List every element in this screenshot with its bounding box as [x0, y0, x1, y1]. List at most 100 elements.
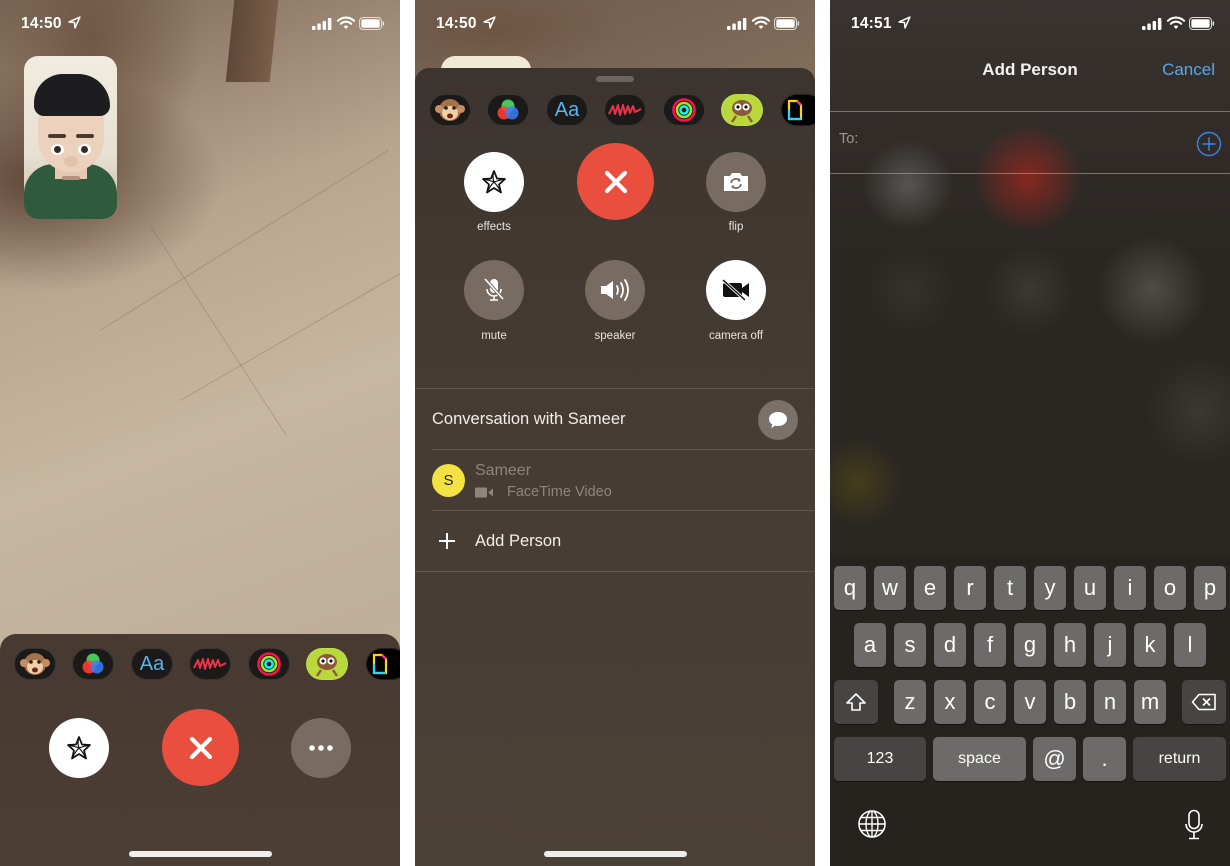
- scribble-icon: [193, 658, 227, 670]
- scribble-icon: [608, 104, 642, 116]
- key-d[interactable]: d: [934, 623, 966, 667]
- camera-flip-icon: [724, 173, 748, 191]
- at-key[interactable]: @: [1033, 737, 1076, 781]
- wifi-icon: [752, 16, 770, 29]
- sheet-grabber[interactable]: [596, 76, 634, 82]
- shift-key[interactable]: [834, 680, 878, 724]
- open-messages-button[interactable]: [758, 400, 798, 440]
- key-t[interactable]: t: [994, 566, 1026, 610]
- participant-avatar: S: [432, 464, 465, 497]
- mute-label: mute: [481, 330, 507, 342]
- effects-button[interactable]: [464, 152, 524, 212]
- space-key[interactable]: space: [933, 737, 1026, 781]
- speaker-button[interactable]: [585, 260, 645, 320]
- end-call-button[interactable]: [577, 143, 654, 220]
- key-c[interactable]: c: [974, 680, 1006, 724]
- color-circles-icon: [82, 653, 104, 674]
- key-q[interactable]: q: [834, 566, 866, 610]
- key-f[interactable]: f: [974, 623, 1006, 667]
- camera-off-label: camera off: [708, 330, 764, 342]
- location-arrow-icon: [898, 16, 911, 29]
- return-key[interactable]: return: [1133, 737, 1226, 781]
- cellular-signal-icon: [1142, 18, 1162, 30]
- key-z[interactable]: z: [894, 680, 926, 724]
- divider: [432, 449, 815, 450]
- text-aa-icon: Aa: [139, 652, 165, 675]
- app-text[interactable]: Aa: [546, 94, 588, 126]
- cartoon-monkey-icon: [731, 100, 753, 123]
- app-monkey-stickers[interactable]: [306, 648, 348, 680]
- self-view-memoji[interactable]: [24, 56, 117, 219]
- key-y[interactable]: y: [1034, 566, 1066, 610]
- key-b[interactable]: b: [1054, 680, 1086, 724]
- status-time: 14:50: [21, 15, 62, 32]
- home-indicator[interactable]: [129, 851, 272, 857]
- call-controls-sheet: Aa effects flip mute speaker camera off …: [415, 68, 815, 866]
- status-bar: 14:50: [415, 0, 815, 50]
- key-w[interactable]: w: [874, 566, 906, 610]
- key-p[interactable]: p: [1194, 566, 1226, 610]
- key-m[interactable]: m: [1134, 680, 1166, 724]
- key-a[interactable]: a: [854, 623, 886, 667]
- facetime-expanded-controls-screen: 14:50 Aa effects flip mute speaker camer…: [415, 0, 815, 866]
- flip-camera-button[interactable]: [706, 152, 766, 212]
- app-activity[interactable]: [663, 94, 705, 126]
- add-person-button[interactable]: Add Person: [437, 531, 561, 551]
- app-filters[interactable]: [72, 648, 114, 680]
- key-u[interactable]: u: [1074, 566, 1106, 610]
- app-shapes[interactable]: [604, 94, 646, 126]
- key-o[interactable]: o: [1154, 566, 1186, 610]
- home-indicator[interactable]: [544, 851, 687, 857]
- dot-key[interactable]: .: [1083, 737, 1126, 781]
- recipient-input[interactable]: [870, 124, 1180, 154]
- app-text[interactable]: Aa: [131, 648, 173, 680]
- divider: [415, 571, 815, 572]
- app-shapes[interactable]: [189, 648, 231, 680]
- divider: [830, 173, 1230, 174]
- more-options-button[interactable]: [291, 718, 351, 778]
- text-aa-icon: Aa: [554, 98, 580, 121]
- add-contact-icon[interactable]: [1196, 131, 1222, 157]
- key-v[interactable]: v: [1014, 680, 1046, 724]
- monkey-face-icon: [20, 653, 50, 675]
- key-r[interactable]: r: [954, 566, 986, 610]
- speaker-wave-icon: [601, 279, 629, 301]
- cancel-button[interactable]: Cancel: [1162, 60, 1215, 80]
- activity-rings-icon: [257, 652, 281, 676]
- status-bar: 14:50: [0, 0, 400, 50]
- app-activity[interactable]: [248, 648, 290, 680]
- monkey-face-icon: [435, 99, 465, 121]
- app-monkey-stickers[interactable]: [721, 94, 763, 126]
- key-x[interactable]: x: [934, 680, 966, 724]
- numbers-key[interactable]: 123: [834, 737, 926, 781]
- key-k[interactable]: k: [1134, 623, 1166, 667]
- key-j[interactable]: j: [1094, 623, 1126, 667]
- app-animoji[interactable]: [429, 94, 471, 126]
- key-h[interactable]: h: [1054, 623, 1086, 667]
- globe-icon[interactable]: [857, 809, 887, 839]
- divider: [415, 388, 815, 389]
- key-l[interactable]: l: [1174, 623, 1206, 667]
- key-g[interactable]: g: [1014, 623, 1046, 667]
- app-clips[interactable]: [366, 648, 400, 680]
- microphone-icon[interactable]: [1184, 809, 1204, 841]
- key-e[interactable]: e: [914, 566, 946, 610]
- delete-key[interactable]: [1182, 680, 1226, 724]
- key-i[interactable]: i: [1114, 566, 1146, 610]
- message-bubble-icon: [769, 412, 787, 428]
- key-n[interactable]: n: [1094, 680, 1126, 724]
- status-time: 14:51: [851, 15, 892, 32]
- camera-off-button[interactable]: [706, 260, 766, 320]
- mute-button[interactable]: [464, 260, 524, 320]
- call-controls-tray[interactable]: Aa: [0, 634, 400, 866]
- effects-button[interactable]: [49, 718, 109, 778]
- activity-rings-icon: [672, 98, 696, 122]
- status-time: 14:50: [436, 15, 477, 32]
- end-call-button[interactable]: [162, 709, 239, 786]
- app-clips[interactable]: [781, 94, 815, 126]
- key-s[interactable]: s: [894, 623, 926, 667]
- effects-label: effects: [477, 221, 511, 233]
- status-bar: 14:51: [830, 0, 1230, 50]
- app-filters[interactable]: [487, 94, 529, 126]
- app-animoji[interactable]: [14, 648, 56, 680]
